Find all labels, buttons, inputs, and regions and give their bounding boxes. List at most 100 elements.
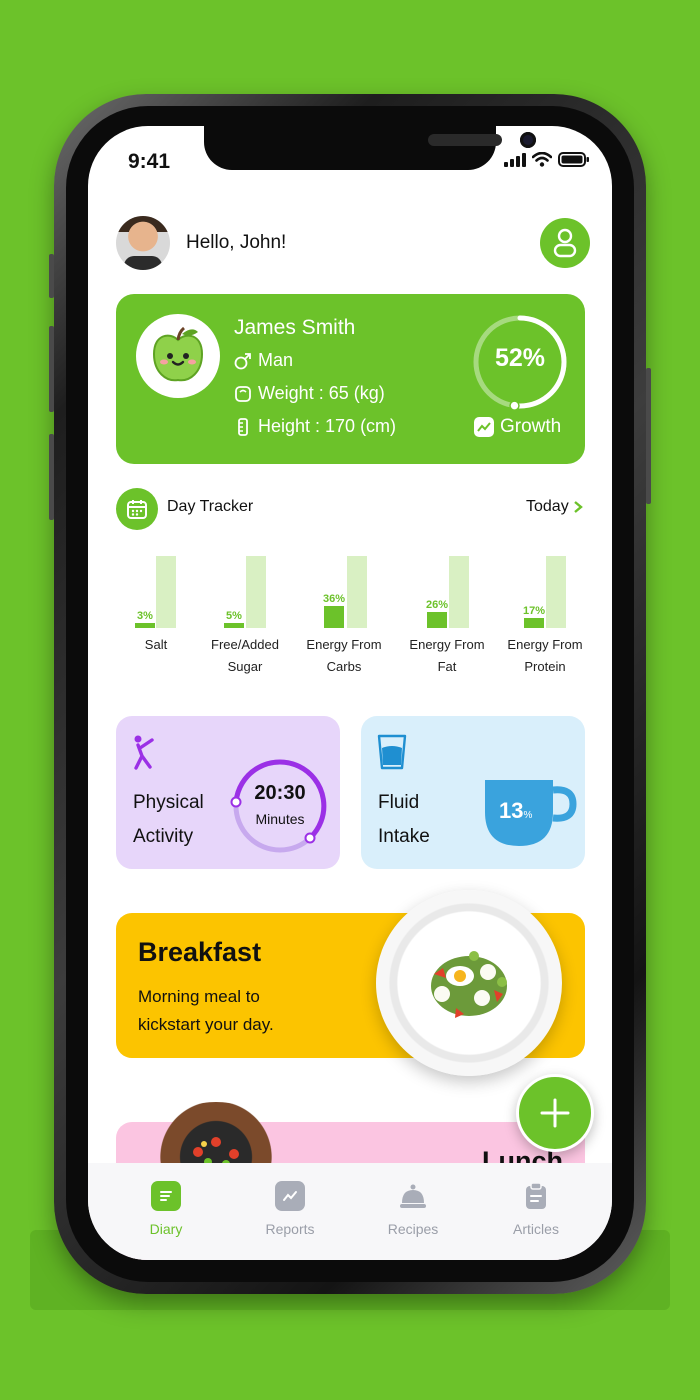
- profile-card[interactable]: James Smith Man Weight : 65 (kg) Height …: [116, 294, 585, 464]
- greeting-text: Hello, John!: [186, 232, 287, 253]
- nutrient-bar-value: 17%: [522, 604, 546, 617]
- calendar-icon-badge: [116, 488, 158, 530]
- fluid-intake-card[interactable]: Fluid Intake 13%: [361, 716, 585, 869]
- nutrient-bar-value: 5%: [226, 610, 242, 622]
- plus-icon: [540, 1098, 570, 1128]
- user-icon: [553, 228, 577, 258]
- trend-icon: [474, 417, 494, 437]
- calendar-icon: [127, 500, 147, 519]
- avatar-shirt: [124, 256, 162, 270]
- nutrient-sugar: 5% Free/Added Sugar: [195, 554, 295, 684]
- nutrient-label-line1: Salt: [144, 637, 168, 652]
- volume-down-button: [49, 434, 54, 520]
- fluid-title: Fluid Intake: [378, 786, 468, 854]
- exercise-icon: [134, 735, 154, 770]
- fluid-title-line2: Intake: [378, 826, 430, 847]
- nutrient-label: Free/Added Sugar: [195, 634, 295, 678]
- status-time: 9:41: [128, 150, 171, 173]
- battery-icon: [558, 152, 589, 167]
- nutrient-bar-track: [546, 556, 566, 628]
- power-button: [646, 368, 651, 504]
- nutrient-label-line1: Energy From: [409, 637, 485, 652]
- status-icons: [504, 152, 590, 167]
- apple-mascot: [136, 314, 220, 398]
- tab-diary[interactable]: Diary: [104, 1181, 228, 1237]
- breakfast-plate-image: [376, 890, 562, 1076]
- bottom-tab-bar: Diary Reports Recipes Articles: [88, 1163, 612, 1260]
- add-meal-button[interactable]: [516, 1074, 594, 1152]
- nutrient-label-line1: Free/Added: [211, 637, 279, 652]
- nutrient-bar-fill: [224, 623, 244, 628]
- nutrient-bar-fill: [135, 623, 155, 628]
- nutrient-bar-track: [347, 556, 367, 628]
- nutrient-label-line2: Fat: [437, 659, 457, 674]
- gender-row: Man: [234, 350, 293, 371]
- articles-icon: [521, 1181, 551, 1211]
- nutrient-protein: 17% Energy From Protein: [495, 554, 595, 684]
- growth-percent: 52%: [494, 344, 546, 372]
- recipes-icon: [398, 1181, 428, 1211]
- nutrient-bar-value: 36%: [322, 592, 346, 605]
- activity-title-line2: Activity: [133, 826, 194, 847]
- ruler-icon: [238, 417, 248, 436]
- tab-articles[interactable]: Articles: [474, 1181, 598, 1237]
- breakfast-title: Breakfast: [138, 937, 262, 967]
- activity-timer-ring: [230, 759, 327, 853]
- weight-row: Weight : 65 (kg): [234, 383, 385, 404]
- articles-glyph: [526, 1182, 546, 1209]
- activity-time: 20:30: [254, 782, 306, 804]
- avatar[interactable]: [116, 216, 170, 270]
- chevron-right-icon: [573, 501, 583, 513]
- speaker-grille: [428, 134, 502, 146]
- nutrient-bar-value: 3%: [137, 610, 153, 622]
- nutrient-bar-fill: [524, 617, 544, 628]
- nutrient-label-line2: Carbs: [326, 659, 362, 674]
- signal-icon: [504, 152, 526, 167]
- nutrient-bar-fill: [324, 605, 344, 628]
- weight-text: Weight : 65 (kg): [258, 383, 385, 403]
- growth-link[interactable]: Growth: [474, 416, 561, 438]
- nutrient-label: Energy From Carbs: [294, 634, 394, 678]
- fluid-percent-value: 13: [499, 798, 524, 823]
- notch: [204, 126, 536, 170]
- reports-icon: [275, 1181, 305, 1211]
- nutrient-carbs: 36% Energy From Carbs: [294, 554, 394, 684]
- volume-up-button: [49, 326, 54, 412]
- nutrient-label-line2: Protein: [524, 659, 566, 674]
- diary-glyph: [160, 1191, 172, 1201]
- water-glass-icon: [377, 734, 407, 770]
- tab-reports[interactable]: Reports: [228, 1181, 352, 1237]
- nutrient-salt: 3% Salt: [106, 554, 206, 684]
- height-text: Height : 170 (cm): [258, 416, 397, 436]
- nutrient-label: Energy From Protein: [495, 634, 595, 678]
- nutrient-label-line2: Sugar: [227, 659, 263, 674]
- growth-label-text: Growth: [500, 416, 562, 437]
- fluid-title-line1: Fluid: [378, 792, 420, 813]
- activity-title: Physical Activity: [133, 786, 223, 854]
- front-camera: [520, 132, 536, 148]
- fluid-percent-sign: %: [523, 810, 533, 821]
- tab-label: Recipes: [387, 1221, 439, 1237]
- tab-label: Reports: [265, 1221, 315, 1237]
- gender-text: Man: [258, 350, 294, 370]
- today-selector[interactable]: Today: [526, 498, 583, 516]
- today-label: Today: [526, 498, 569, 515]
- nutrient-label-line1: Energy From: [507, 637, 583, 652]
- nutrient-bar-value: 26%: [425, 599, 449, 612]
- height-row: Height : 170 (cm): [234, 416, 396, 437]
- mute-switch: [49, 254, 54, 298]
- tab-recipes[interactable]: Recipes: [351, 1181, 475, 1237]
- profile-button[interactable]: [540, 218, 590, 268]
- scale-icon: [235, 385, 251, 402]
- breakfast-food-image: [431, 951, 507, 1018]
- activity-unit: Minutes: [255, 811, 305, 827]
- day-tracker-title: Day Tracker: [167, 498, 254, 515]
- diary-icon: [151, 1181, 181, 1211]
- nutrient-fat: 26% Energy From Fat: [397, 554, 497, 684]
- fluid-percent: 13%: [499, 798, 532, 824]
- physical-activity-card[interactable]: Physical Activity 20:30 Minutes: [116, 716, 340, 869]
- tab-label: Articles: [513, 1221, 559, 1237]
- nutrient-bar-track: [449, 556, 469, 628]
- nutrient-label: Salt: [106, 634, 206, 656]
- recipes-glyph: [400, 1184, 426, 1208]
